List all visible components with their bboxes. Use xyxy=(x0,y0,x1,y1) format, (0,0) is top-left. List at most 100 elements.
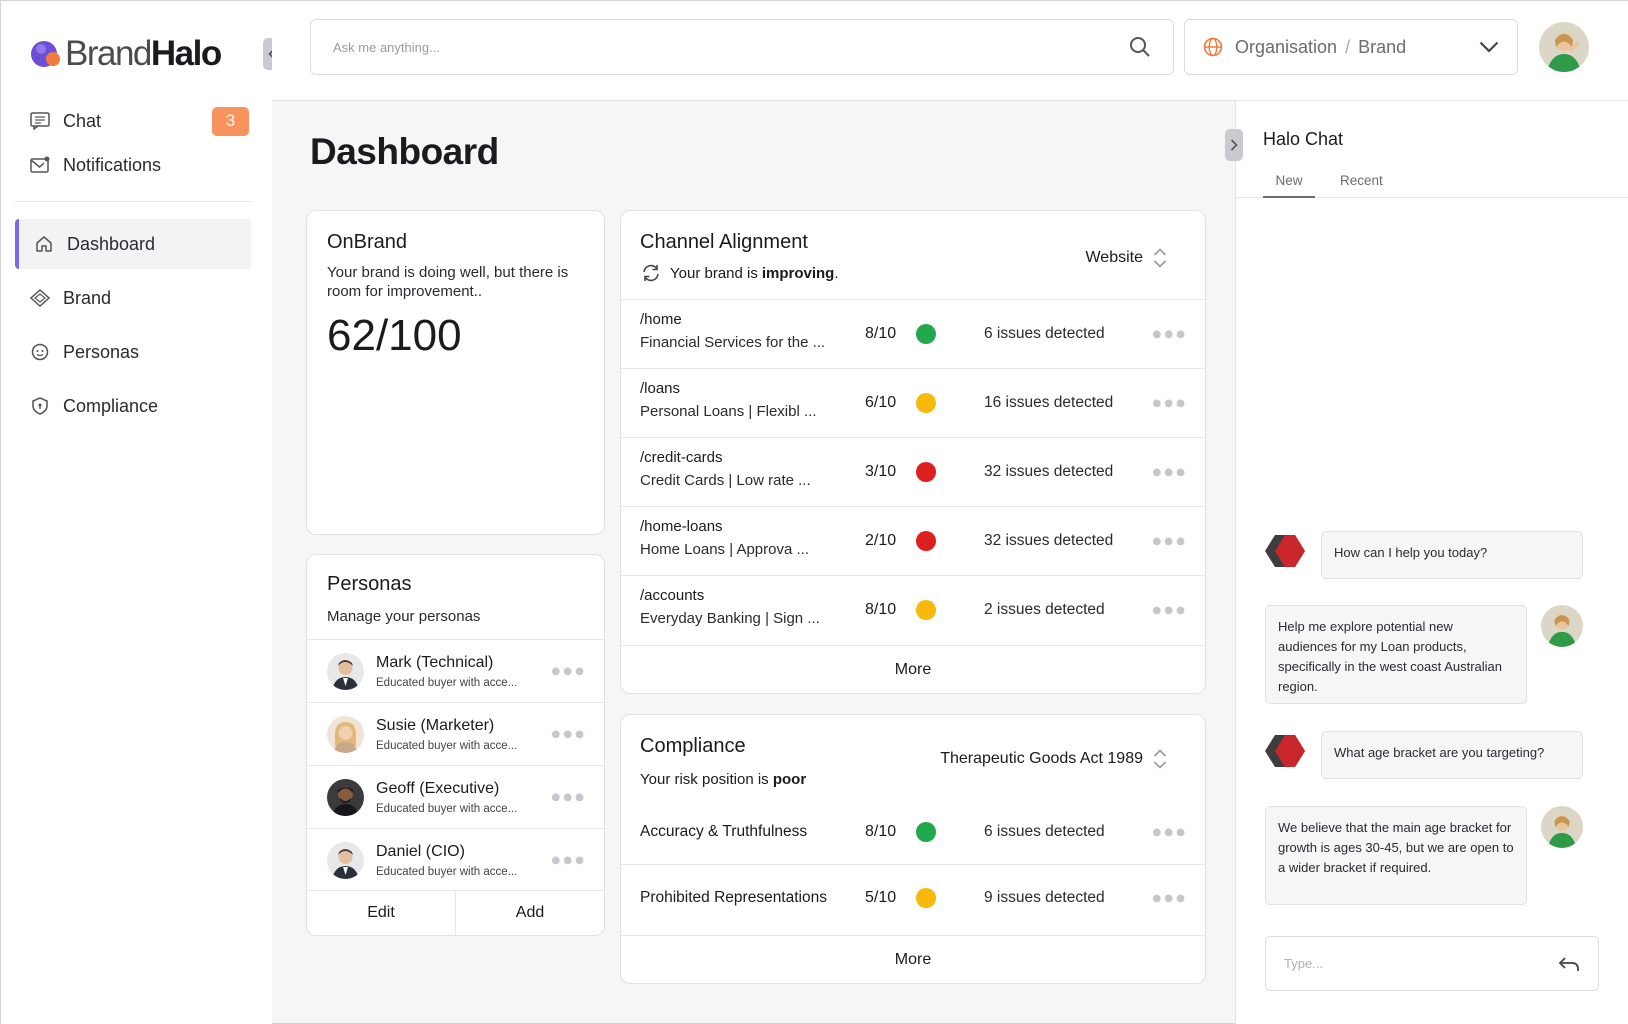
add-persona-button[interactable]: Add xyxy=(456,891,604,935)
nav-divider xyxy=(15,201,251,202)
more-options-icon[interactable]: ●●● xyxy=(1151,821,1187,842)
issues-count: 2 issues detected xyxy=(984,601,1105,618)
chat-input-placeholder: Type... xyxy=(1284,956,1324,971)
brand-name-light: Brand xyxy=(65,34,152,73)
persona-description: Educated buyer with acce... xyxy=(376,865,518,878)
nav-item-notifications[interactable]: Notifications xyxy=(29,143,249,187)
channel-status: Your brand is improving. xyxy=(640,264,839,282)
more-options-icon[interactable]: ●●● xyxy=(550,661,586,682)
brand-name: Brand xyxy=(1358,36,1407,57)
issues-count: 32 issues detected xyxy=(984,532,1114,549)
more-options-icon[interactable]: ●●● xyxy=(1151,888,1187,909)
nav-item-compliance-label: Compliance xyxy=(63,395,159,416)
nav-item-brand-label: Brand xyxy=(63,287,112,308)
search-placeholder: Ask me anything... xyxy=(333,39,440,55)
sort-updown-icon xyxy=(1153,749,1167,769)
compliance-card: Compliance Your risk position is poor Th… xyxy=(620,714,1206,984)
user-avatar xyxy=(1541,605,1583,647)
page-description: Everyday Banking | Sign ... xyxy=(640,610,820,627)
persona-actions: Edit Add xyxy=(307,890,604,935)
more-options-icon[interactable]: ●●● xyxy=(1151,393,1187,414)
brand-name-bold: Halo xyxy=(150,34,222,73)
channel-page-row[interactable]: /credit-cards Credit Cards | Low rate ..… xyxy=(621,437,1205,506)
page-path: /accounts xyxy=(640,587,705,604)
brand-logo[interactable]: BrandHalo xyxy=(29,34,222,73)
channel-status-value: improving xyxy=(761,264,835,282)
brand-diamond-icon xyxy=(29,287,51,309)
compliance-status: Your risk position is poor xyxy=(640,771,806,788)
page-score: 3/10 xyxy=(865,463,897,480)
user-avatar xyxy=(1541,806,1583,848)
nav-item-brand[interactable]: Brand xyxy=(15,273,251,323)
channel-page-row[interactable]: /home Financial Services for the ... 8/1… xyxy=(621,299,1205,368)
compliance-title: Compliance xyxy=(640,735,746,757)
channel-page-row[interactable]: /loans Personal Loans | Flexibl ... 6/10… xyxy=(621,368,1205,437)
more-options-icon[interactable]: ●●● xyxy=(1151,324,1187,345)
org-name: Organisation xyxy=(1235,36,1338,57)
more-options-icon[interactable]: ●●● xyxy=(1151,531,1187,552)
send-reply-icon[interactable] xyxy=(1558,955,1580,973)
persona-row[interactable]: Mark (Technical) Educated buyer with acc… xyxy=(307,639,604,702)
organisation-switcher[interactable]: Organisation / Brand xyxy=(1184,19,1518,75)
chat-input[interactable]: Type... xyxy=(1265,936,1599,991)
issues-count: 9 issues detected xyxy=(984,889,1105,906)
persona-description: Educated buyer with acce... xyxy=(376,802,518,815)
app-window: BrandHalo Chat 3 Notifications Dashboard… xyxy=(0,0,1628,1024)
page-description: Financial Services for the ... xyxy=(640,334,826,351)
shield-icon xyxy=(29,395,51,417)
channel-selector[interactable]: Website xyxy=(1085,247,1167,269)
status-dot xyxy=(916,324,936,344)
regulation-selector[interactable]: Therapeutic Goods Act 1989 xyxy=(940,748,1167,770)
tab-new[interactable]: New xyxy=(1263,173,1315,198)
compliance-rule-row[interactable]: Accuracy & Truthfulness 8/10 6 issues de… xyxy=(621,799,1205,865)
more-options-icon[interactable]: ●●● xyxy=(550,850,586,871)
rule-score: 8/10 xyxy=(865,822,897,840)
channel-page-row[interactable]: /accounts Everyday Banking | Sign ... 8/… xyxy=(621,575,1205,644)
top-bar: Ask me anything... Organisation / Brand xyxy=(272,1,1628,101)
compliance-rule-list: Accuracy & Truthfulness 8/10 6 issues de… xyxy=(621,799,1205,931)
persona-avatar xyxy=(327,841,364,879)
personas-title: Personas xyxy=(327,573,412,595)
page-path: /home xyxy=(640,311,682,328)
chat-panel-toggle[interactable] xyxy=(1225,129,1243,161)
edit-personas-button[interactable]: Edit xyxy=(307,891,456,935)
nav-item-chat[interactable]: Chat 3 xyxy=(29,99,249,143)
more-options-icon[interactable]: ●●● xyxy=(1151,600,1187,621)
page-description: Credit Cards | Low rate ... xyxy=(640,472,811,489)
tab-recent[interactable]: Recent xyxy=(1340,173,1383,198)
rule-name: Prohibited Representations xyxy=(640,889,827,906)
halo-bot-icon xyxy=(1265,535,1305,567)
persona-name: Susie (Marketer) xyxy=(376,716,495,734)
page-description: Personal Loans | Flexibl ... xyxy=(640,403,817,420)
chat-message-bot: How can I help you today? xyxy=(1321,531,1583,579)
page-score: 2/10 xyxy=(865,532,897,549)
chat-panel: Halo Chat New Recent How can I help you … xyxy=(1235,101,1628,1024)
persona-row[interactable]: Susie (Marketer) Educated buyer with acc… xyxy=(307,702,604,765)
channel-page-row[interactable]: /home-loans Home Loans | Approva ... 2/1… xyxy=(621,506,1205,575)
page-score: 8/10 xyxy=(865,325,897,342)
persona-list: Mark (Technical) Educated buyer with acc… xyxy=(307,639,604,891)
nav-item-notifications-label: Notifications xyxy=(63,154,162,175)
persona-name: Geoff (Executive) xyxy=(376,779,500,797)
rule-name: Accuracy & Truthfulness xyxy=(640,822,808,840)
compliance-rule-row[interactable]: Prohibited Representations 5/10 9 issues… xyxy=(621,865,1205,931)
channel-status-suffix: . xyxy=(834,264,839,282)
search-icon[interactable] xyxy=(1129,36,1151,58)
more-options-icon[interactable]: ●●● xyxy=(550,787,586,808)
user-avatar[interactable] xyxy=(1539,22,1589,72)
nav-item-personas[interactable]: Personas xyxy=(15,327,251,377)
nav-item-compliance[interactable]: Compliance xyxy=(15,381,251,431)
compliance-more-button[interactable]: More xyxy=(621,935,1205,983)
page-path: /loans xyxy=(640,380,681,397)
persona-row[interactable]: Daniel (CIO) Educated buyer with acce...… xyxy=(307,828,604,891)
more-options-icon[interactable]: ●●● xyxy=(1151,462,1187,483)
nav-item-dashboard[interactable]: Dashboard xyxy=(15,219,251,269)
page-path: /credit-cards xyxy=(640,449,723,466)
compliance-status-prefix: Your risk position is xyxy=(640,771,769,788)
avatar-image xyxy=(1539,22,1589,72)
search-input[interactable]: Ask me anything... xyxy=(310,19,1174,75)
persona-row[interactable]: Geoff (Executive) Educated buyer with ac… xyxy=(307,765,604,828)
status-dot xyxy=(916,600,936,620)
channel-more-button[interactable]: More xyxy=(621,645,1205,693)
more-options-icon[interactable]: ●●● xyxy=(550,724,586,745)
